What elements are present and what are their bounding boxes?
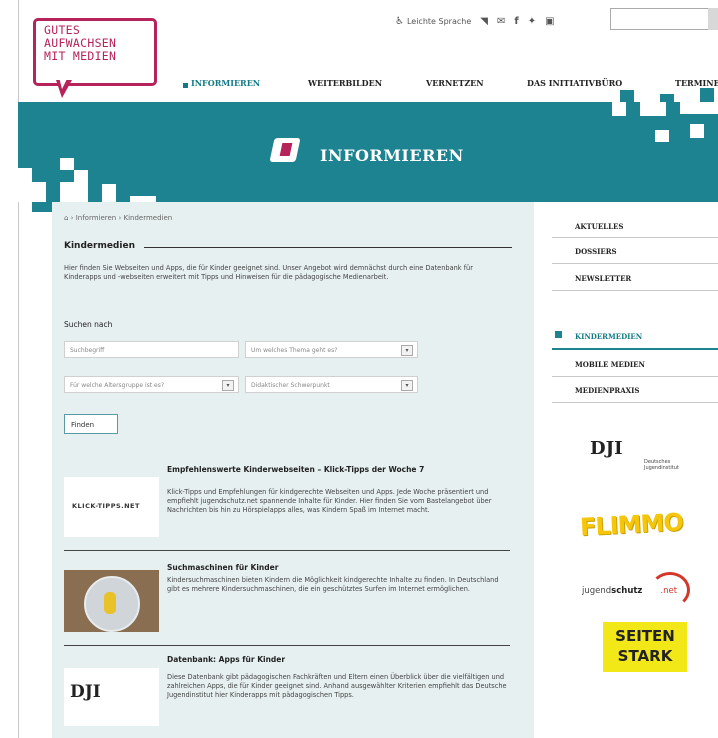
dji-partner-subtitle: Deutsches Jugendinstitut	[644, 459, 679, 471]
item-description: Klick-Tipps und Empfehlungen für kindger…	[167, 488, 492, 514]
item-title[interactable]: Suchmaschinen für Kinder	[167, 563, 278, 572]
nav-item-informieren[interactable]: INFORMIEREN	[191, 78, 260, 88]
sidebar-divider	[552, 237, 718, 238]
sidebar-item-medienpraxis[interactable]: MEDIENPRAXIS	[575, 386, 639, 395]
age-select[interactable]: Für welche Altersgruppe ist es? ▾	[64, 376, 239, 393]
sidebar-divider	[552, 402, 718, 403]
item-divider	[64, 645, 510, 646]
site-logo[interactable]: GUTES AUFWACHSEN MIT MEDIEN	[33, 18, 157, 86]
sidebar-divider	[552, 376, 718, 377]
item-divider	[64, 550, 510, 551]
page-title: Kindermedien	[64, 241, 135, 251]
sidebar-divider	[552, 263, 718, 264]
banner-pixel	[18, 168, 32, 202]
banner-pixel	[102, 184, 116, 202]
nav-item-termine[interactable]: TERMINE	[675, 78, 718, 88]
banner-title: INFORMIEREN	[320, 146, 464, 165]
item-thumbnail[interactable]: KLICK-TIPPS.NET	[64, 477, 159, 537]
topic-select[interactable]: Um welches Thema geht es? ▾	[245, 341, 418, 358]
banner-pixel	[74, 170, 88, 202]
item-thumbnail[interactable]	[64, 570, 159, 632]
mail-icon[interactable]: ✉	[497, 16, 505, 27]
sidebar-divider	[552, 348, 718, 350]
item-description: Diese Datenbank gibt pädagogischen Fachk…	[167, 673, 507, 699]
banner-pixel	[60, 182, 74, 202]
banner-pixel	[640, 102, 666, 116]
chevron-down-icon: ▾	[401, 345, 413, 356]
keyword-input[interactable]: Suchbegriff	[64, 341, 239, 358]
dji-partner-logo[interactable]: DJI	[590, 438, 623, 459]
intro-text: Hier finden Sie Webseiten und Apps, die …	[64, 264, 473, 281]
main-navigation: INFORMIEREN WEITERBILDEN VERNETZEN DAS I…	[0, 78, 718, 94]
sidebar-active-marker	[555, 331, 562, 338]
youtube-icon[interactable]: ▣	[545, 16, 554, 27]
sidebar-divider	[552, 290, 718, 291]
search-input[interactable]	[610, 8, 710, 30]
find-button[interactable]: Finden	[64, 414, 118, 434]
search-button[interactable]	[708, 8, 718, 30]
chevron-down-icon: ▾	[222, 380, 234, 391]
sidebar-item-dossiers[interactable]: DOSSIERS	[575, 247, 617, 256]
klick-tipps-logo: KLICK-TIPPS.NET	[72, 502, 140, 510]
breadcrumb[interactable]: ⌂ › Informieren › Kindermedien	[64, 214, 172, 222]
banner-pixel	[620, 90, 634, 102]
banner-pixel	[655, 130, 669, 142]
banner-pixel	[32, 182, 46, 202]
jugendschutz-logo[interactable]: jugendschutz .net	[582, 586, 677, 596]
utility-bar: ♿ Leichte Sprache ◥ ✉ f ✦ ▣	[395, 10, 555, 32]
easy-language-link[interactable]: Leichte Sprache	[407, 17, 471, 26]
item-thumbnail[interactable]: DJI	[64, 668, 159, 726]
twitter-icon[interactable]: ✦	[528, 16, 536, 27]
accessibility-icon[interactable]: ♿	[395, 16, 404, 27]
item-title[interactable]: Datenbank: Apps für Kinder	[167, 655, 285, 664]
nav-item-initiativbuero[interactable]: DAS INITIATIVBÜRO	[527, 78, 622, 88]
banner-pixel	[660, 94, 674, 102]
banner-pixel	[680, 102, 718, 114]
sidebar-item-newsletter[interactable]: NEWSLETTER	[575, 274, 631, 283]
banner-pixel	[700, 88, 714, 102]
banner-pixel	[60, 158, 74, 170]
dji-logo: DJI	[70, 682, 101, 702]
seitenstark-logo[interactable]: SEITEN STARK	[603, 622, 687, 672]
search-label: Suchen nach	[64, 320, 113, 329]
focus-select[interactable]: Didaktischer Schwerpunkt ▾	[245, 376, 418, 393]
banner-pixel	[612, 102, 626, 116]
chevron-down-icon: ▾	[401, 380, 413, 391]
logo-text: GUTES AUFWACHSEN MIT MEDIEN	[44, 23, 117, 63]
rss-icon[interactable]: ◥	[480, 16, 488, 27]
sidebar-item-aktuelles[interactable]: AKTUELLES	[575, 222, 623, 231]
item-description: Kindersuchmaschinen bieten Kindern die M…	[167, 576, 499, 593]
title-divider	[144, 247, 512, 248]
banner-pixel	[690, 124, 704, 138]
nav-item-vernetzen[interactable]: VERNETZEN	[426, 78, 484, 88]
sidebar-item-kindermedien[interactable]: KINDERMEDIEN	[575, 332, 642, 341]
sidebar-item-mobile-medien[interactable]: MOBILE MEDIEN	[575, 360, 645, 369]
item-title[interactable]: Empfehlenswerte Kinderwebseiten – Klick-…	[167, 465, 424, 474]
nav-item-weiterbilden[interactable]: WEITERBILDEN	[308, 78, 382, 88]
facebook-icon[interactable]: f	[514, 16, 518, 27]
minion-figure	[104, 592, 116, 614]
